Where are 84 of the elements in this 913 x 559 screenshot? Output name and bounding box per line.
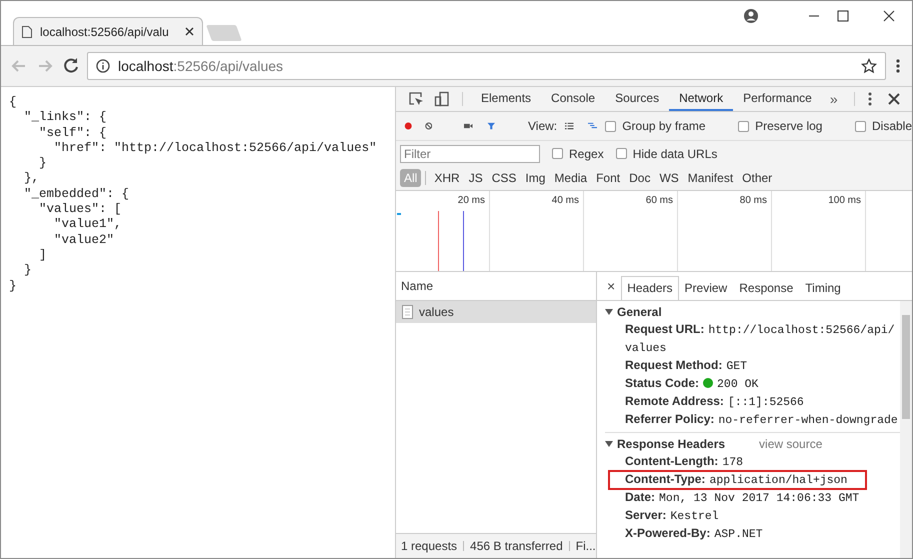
time-tick: 60 ms [584, 191, 678, 271]
json-line: { [9, 95, 18, 110]
browser-tab[interactable]: localhost:52566/api/valu [13, 17, 203, 45]
type-filter[interactable]: Other [738, 169, 776, 187]
status-text: Fi... [576, 539, 596, 553]
header-row-text: Referrer Policy: no-referrer-when-downgrade [624, 411, 898, 429]
header-row-text: X-Powered-By: ASP.NET [624, 525, 764, 543]
json-line: }, [23, 171, 40, 187]
type-filter[interactable]: JS [464, 169, 487, 187]
checkbox-label: Group by frame [622, 119, 706, 133]
close-icon[interactable] [185, 27, 194, 36]
type-filter[interactable]: Font [592, 169, 624, 187]
header-row-text: Request Method: GET [624, 357, 748, 375]
json-line: } [38, 156, 48, 172]
status-text: 456 B transferred [470, 539, 563, 553]
type-filter[interactable]: Img [521, 169, 550, 187]
device-icon[interactable] [434, 91, 450, 107]
json-line: ] [38, 248, 48, 264]
type-filter[interactable]: Manifest [684, 169, 738, 187]
url-text: localhost:52566/api/values [118, 58, 284, 74]
scrollbar[interactable] [900, 301, 912, 558]
header-row-text: Date: Mon, 13 Nov 2017 14:06:33 GMT [624, 489, 860, 507]
checkbox-label: Hide data URLs [632, 146, 718, 160]
detail-tab[interactable]: Headers [621, 276, 679, 300]
star-icon[interactable] [861, 58, 877, 74]
time-tick: 100 ms [772, 191, 866, 271]
filter-field[interactable]: Filter [400, 144, 540, 162]
detail-tab[interactable]: Timing [799, 276, 847, 300]
json-line: "value2" [53, 232, 116, 248]
view-label: View: [528, 119, 558, 133]
more-tabs-button[interactable]: » [822, 91, 846, 107]
checkbox[interactable] [552, 148, 563, 159]
type-filter[interactable]: Doc [625, 169, 654, 187]
page-icon [22, 26, 32, 38]
header-row-text: Status Code: 200 OK [624, 375, 760, 393]
json-line: } [9, 278, 18, 294]
type-filter[interactable]: XHR [430, 169, 464, 187]
json-line: "value1", [53, 217, 123, 233]
type-filter[interactable]: WS [655, 169, 683, 187]
checkbox-label: Disable [872, 119, 912, 133]
json-line: "_embedded": { [23, 186, 130, 202]
section-title: Response Headers [617, 437, 726, 451]
header-row-text: Server: Kestrel [624, 507, 720, 525]
checkbox-label: Preserve log [755, 119, 822, 133]
header-row-text: Request URL: http://localhost:52566/api/values [624, 321, 896, 357]
document-icon [402, 305, 413, 319]
request-row[interactable]: values [396, 301, 596, 323]
tab-title: localhost:52566/api/valu [40, 24, 170, 38]
checkbox-label: Regex [569, 146, 604, 160]
header-row: Content-Type: application/hal+json [609, 471, 866, 489]
json-line: "values": [ [38, 202, 123, 218]
panel-tab[interactable]: Console [541, 87, 606, 111]
time-tick: 80 ms [678, 191, 772, 271]
time-tick: 40 ms [490, 191, 584, 271]
json-line: "href": "http://localhost:52566/api/values" [53, 140, 378, 156]
panel-tab[interactable]: Performance [733, 87, 822, 111]
checkbox[interactable] [616, 148, 627, 159]
detail-tab[interactable]: Response [733, 276, 800, 300]
json-line: } [23, 263, 33, 279]
address-bar[interactable]: localhost:52566/api/values [87, 52, 886, 80]
info-icon [96, 59, 110, 73]
detail-tab[interactable]: Preview [678, 276, 734, 300]
view-source-link[interactable]: view source [759, 437, 822, 451]
inspect-icon[interactable] [408, 91, 424, 107]
checkbox[interactable] [738, 120, 750, 132]
camera-icon[interactable] [464, 121, 473, 131]
list-view-icon[interactable] [565, 120, 574, 132]
panel-tab[interactable]: Sources [605, 87, 670, 111]
checkbox[interactable] [855, 120, 866, 132]
close-button[interactable]: × [601, 278, 622, 294]
checkbox[interactable] [605, 120, 616, 132]
close-icon[interactable] [886, 92, 901, 106]
type-filter[interactable]: CSS [488, 169, 520, 187]
expanded-arrow-icon[interactable] [605, 308, 613, 316]
header-row-text: Remote Address: [::1]:52566 [624, 393, 805, 411]
header-row-text: Content-Length: 178 [624, 453, 744, 471]
json-line: "_links": { [23, 110, 108, 126]
section-title: General [617, 305, 662, 319]
expanded-arrow-icon[interactable] [605, 440, 613, 448]
time-tick: 20 ms [396, 191, 490, 271]
type-filter[interactable]: Media [550, 169, 592, 187]
panel-tab[interactable]: Elements [471, 87, 542, 111]
status-text: 1 requests [401, 539, 458, 553]
json-line: "self": { [38, 126, 108, 141]
